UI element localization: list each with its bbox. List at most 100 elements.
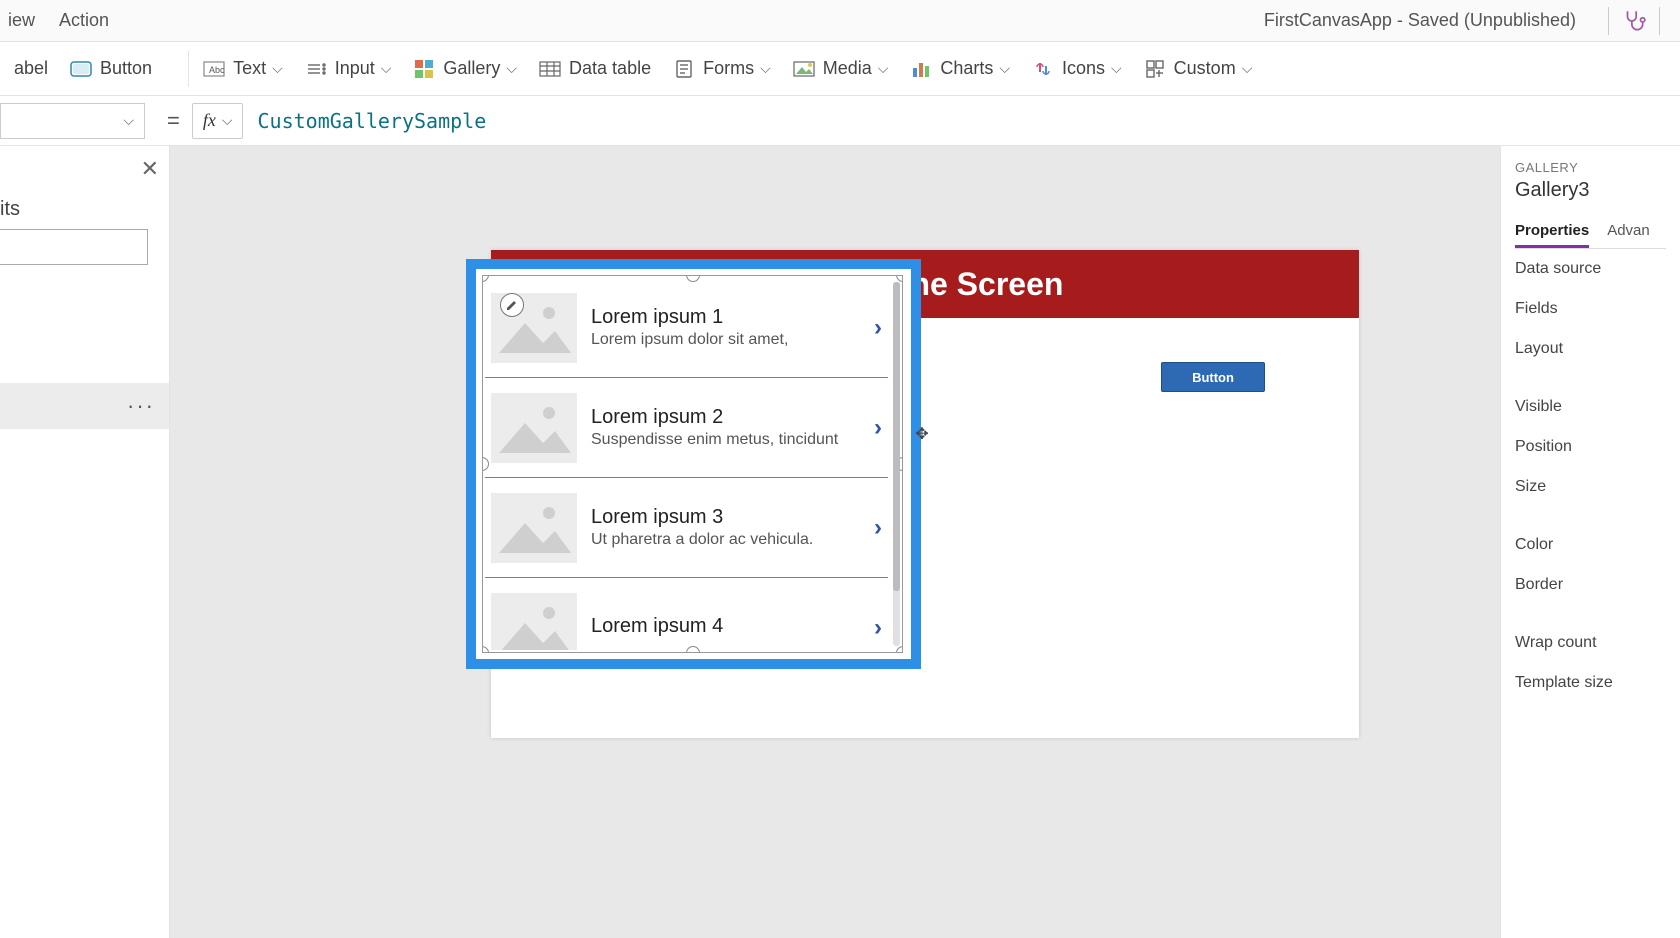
chevron-down-icon: ⌵ [760,60,771,77]
ribbon-media[interactable]: Media ⌵ [793,58,889,80]
edit-pencil-icon[interactable] [500,293,524,317]
category-label: GALLERY [1515,160,1666,175]
ribbon-forms-label: Forms [703,58,754,79]
chevron-right-icon[interactable]: › [874,314,882,342]
chevron-down-icon: ⌵ [272,60,283,77]
prop-layout[interactable]: Layout [1515,329,1666,369]
prop-visible[interactable]: Visible [1515,387,1666,427]
charts-icon [910,58,932,80]
ellipsis-icon[interactable]: ··· [127,393,155,419]
control-name[interactable]: Gallery3 [1515,179,1666,202]
ribbon-charts[interactable]: Charts ⌵ [910,58,1010,80]
fx-button[interactable]: fx ⌵ [192,103,244,139]
canvas-area[interactable]: Title of the Screen Button [170,146,1680,938]
menu-view[interactable]: iew [8,10,35,31]
image-placeholder-icon [491,393,577,463]
prop-size[interactable]: Size [1515,467,1666,507]
chevron-down-icon: ⌵ [381,60,392,77]
prop-border[interactable]: Border [1515,565,1666,605]
tree-selected-item[interactable]: ··· [0,383,169,429]
ribbon-button-label: Button [100,58,152,79]
resize-handle[interactable] [896,646,903,653]
chevron-down-icon: ⌵ [506,60,517,77]
ribbon-label[interactable]: abel [14,58,48,79]
prop-template-size[interactable]: Template size [1515,663,1666,703]
gallery-item-subtitle: Lorem ipsum dolor sit amet, [591,331,874,349]
gallery-items: Lorem ipsum 1 Lorem ipsum dolor sit amet… [485,278,888,650]
prop-fields[interactable]: Fields [1515,289,1666,329]
gallery-item[interactable]: Lorem ipsum 1 Lorem ipsum dolor sit amet… [485,278,888,378]
prop-data-source[interactable]: Data source [1515,249,1666,289]
ribbon-data-table[interactable]: Data table [539,58,651,80]
label-icon-text: abel [14,58,48,79]
chevron-down-icon: ⌵ [878,60,889,77]
image-placeholder-icon [491,493,577,563]
properties-panel: GALLERY Gallery3 Properties Advan Data s… [1500,146,1680,938]
chevron-right-icon[interactable]: › [874,614,882,642]
forms-icon [673,58,695,80]
gallery-control-selected[interactable]: Lorem ipsum 1 Lorem ipsum dolor sit amet… [466,259,921,669]
equals-sign: = [167,108,180,134]
svg-text:Abc: Abc [209,65,225,75]
prop-color[interactable]: Color [1515,525,1666,565]
chevron-down-icon: ⌵ [1242,60,1253,77]
chevron-down-icon: ⌵ [222,112,233,129]
ribbon-custom-label: Custom [1174,58,1236,79]
media-icon [793,58,815,80]
prop-wrap-count[interactable]: Wrap count [1515,623,1666,663]
gallery-item-subtitle: Suspendisse enim metus, tincidunt [591,431,874,449]
chevron-down-icon: ⌵ [999,60,1010,77]
ribbon-custom[interactable]: Custom ⌵ [1144,58,1253,80]
ribbon-charts-label: Charts [940,58,993,79]
ribbon-button[interactable]: Button [70,58,152,80]
gallery-item-title: Lorem ipsum 4 [591,615,874,638]
ribbon-text[interactable]: Abc Text ⌵ [203,58,283,80]
ribbon-input[interactable]: Input ⌵ [305,58,392,80]
tree-view-heading: its [0,198,169,221]
menu-action[interactable]: Action [59,10,109,31]
chevron-down-icon: ⌵ [123,112,134,129]
formula-bar: ⌵ = fx ⌵ [0,96,1680,146]
ribbon-forms[interactable]: Forms ⌵ [673,58,771,80]
prop-position[interactable]: Position [1515,427,1666,467]
formula-input[interactable] [243,103,1680,139]
divider [1659,7,1660,35]
gallery-item[interactable]: Lorem ipsum 4 › [485,578,888,650]
property-selector[interactable]: ⌵ [0,103,145,139]
tab-properties[interactable]: Properties [1515,216,1589,248]
canvas-button-control[interactable]: Button [1161,362,1265,392]
tab-advanced[interactable]: Advan [1607,216,1650,248]
ribbon-data-table-label: Data table [569,58,651,79]
ribbon-icons[interactable]: Icons ⌵ [1032,58,1122,80]
gallery-item-title: Lorem ipsum 3 [591,506,874,529]
chevron-down-icon: ⌵ [1111,60,1122,77]
ribbon-icons-label: Icons [1062,58,1105,79]
custom-icon [1144,58,1166,80]
ribbon-gallery-label: Gallery [443,58,500,79]
ribbon-media-label: Media [823,58,872,79]
search-input[interactable] [0,229,148,265]
gallery-item[interactable]: Lorem ipsum 3 Ut pharetra a dolor ac veh… [485,478,888,578]
gallery-scrollbar[interactable] [893,282,900,646]
gallery-item-subtitle: Ut pharetra a dolor ac vehicula. [591,531,874,549]
gallery-item-title: Lorem ipsum 2 [591,406,874,429]
input-icon [305,58,327,80]
data-table-icon [539,58,561,80]
ribbon-gallery[interactable]: Gallery ⌵ [413,58,517,80]
ribbon-input-label: Input [335,58,375,79]
divider [1608,7,1609,35]
main-area: ✕ its ··· Title of the Screen Button [0,146,1680,938]
gallery-item[interactable]: Lorem ipsum 2 Suspendisse enim metus, ti… [485,378,888,478]
chevron-right-icon[interactable]: › [874,414,882,442]
app-title: FirstCanvasApp - Saved (Unpublished) [1264,10,1576,31]
menu-bar: iew Action FirstCanvasApp - Saved (Unpub… [0,0,1680,42]
app-checker-icon[interactable] [1621,8,1647,34]
fx-icon: fx [203,110,216,131]
button-icon [70,58,92,80]
ribbon-text-label: Text [233,58,266,79]
gallery-item-title: Lorem ipsum 1 [591,306,874,329]
close-icon[interactable]: ✕ [141,156,159,182]
properties-tabs: Properties Advan [1515,216,1666,249]
resize-handle[interactable] [896,275,903,282]
chevron-right-icon[interactable]: › [874,514,882,542]
